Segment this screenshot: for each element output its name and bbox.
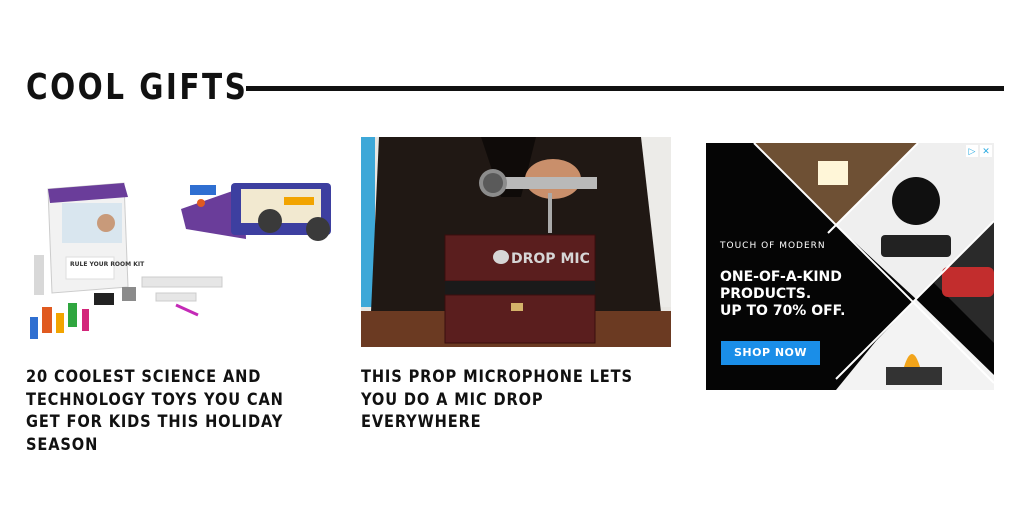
article-card: RULE YOUR ROOM KIT 20 COOLEST SCIENCE AN… (26, 137, 336, 456)
section-title: COOL GIFTS (26, 67, 249, 108)
shop-now-button[interactable]: SHOP NOW (721, 341, 820, 365)
article-title[interactable]: 20 COOLEST SCIENCE AND TECHNOLOGY TOYS Y… (26, 366, 301, 456)
ad-headline: ONE-OF-A-KIND PRODUCTS. UP TO 70% OFF. (720, 269, 846, 320)
ad-headline-line: UP TO 70% OFF. (720, 303, 846, 319)
ad-info-icon[interactable]: ▷ (966, 145, 978, 157)
article-thumbnail-science-toys[interactable]: RULE YOUR ROOM KIT (26, 137, 336, 347)
ad-headline-line: PRODUCTS. (720, 286, 812, 302)
article-thumbnail-drop-mic[interactable]: DROP MIC (361, 137, 671, 347)
box-label: RULE YOUR ROOM KIT (70, 261, 145, 268)
ad-headline-line: ONE-OF-A-KIND (720, 269, 842, 285)
article-title[interactable]: THIS PROP MICROPHONE LETS YOU DO A MIC D… (361, 366, 636, 434)
section-divider (246, 86, 1004, 91)
ad-brand: TOUCH OF MODERN (720, 241, 826, 251)
ad-choices[interactable]: ▷ ✕ (966, 145, 992, 157)
close-icon[interactable]: ✕ (980, 145, 992, 157)
advertisement-banner[interactable]: ▷ ✕ TOUCH OF MODERN ONE-OF-A-KIND PRODUC… (706, 143, 994, 390)
box-brand-label: DROP MIC (511, 251, 590, 267)
article-card: DROP MIC THIS PROP MICROPHONE LETS YOU D… (361, 137, 671, 434)
